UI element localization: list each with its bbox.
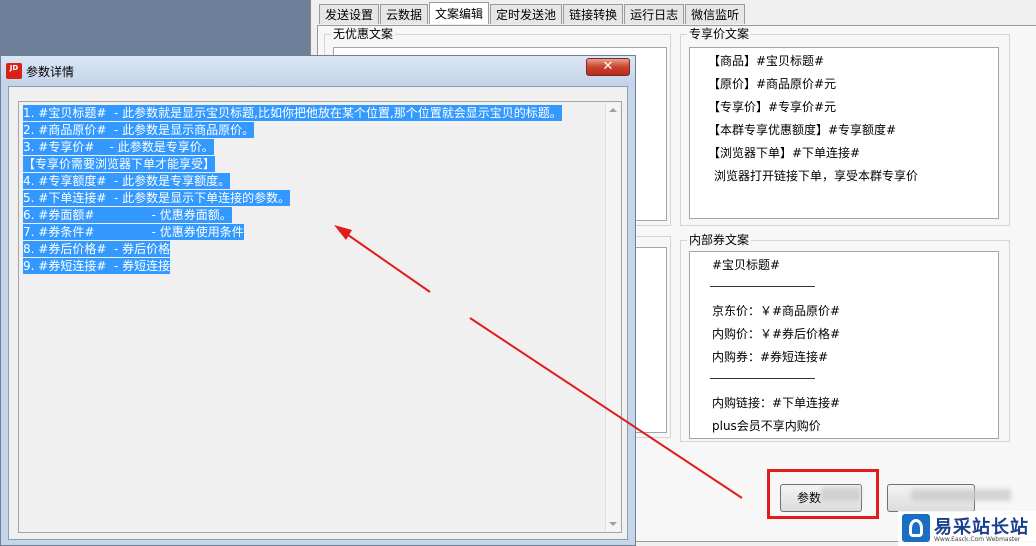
watermark-logo-icon [902, 514, 930, 542]
watermark-subtext: Www.Easck.Com Webmaster [934, 536, 1021, 543]
site-watermark: 易采站长站 Www.Easck.Com Webmaster [898, 511, 1036, 546]
annotation-arrow [334, 225, 743, 499]
